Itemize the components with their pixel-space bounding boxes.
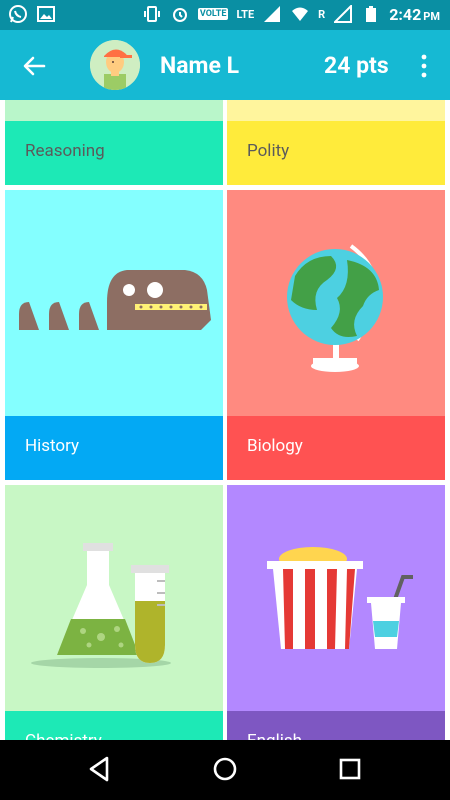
avatar[interactable] (90, 40, 140, 90)
app-bar: Name L 24 pts (0, 30, 450, 100)
wifi-icon (290, 4, 310, 24)
english-strip: English (227, 711, 445, 740)
chemistry-strip: Chemistry (5, 711, 223, 740)
category-label: Chemistry (25, 731, 102, 740)
category-tile-polity[interactable]: Polity (227, 100, 445, 185)
dinosaur-skull-icon (19, 270, 211, 330)
reasoning-art (5, 100, 223, 121)
recents-square-icon[interactable] (335, 754, 365, 784)
home-circle-icon[interactable] (210, 754, 240, 784)
whatsapp-icon (8, 4, 28, 24)
battery-icon (361, 4, 381, 24)
more-vert-icon[interactable] (416, 52, 432, 80)
category-label: Reasoning (25, 141, 105, 161)
clock: 2:42 PM (389, 4, 440, 24)
back-triangle-icon[interactable] (85, 754, 115, 784)
back-arrow-icon[interactable] (20, 52, 48, 80)
popcorn-icon (267, 547, 413, 649)
globe-icon (287, 244, 383, 372)
volte-badge: VOLTE (197, 8, 229, 20)
category-grid: Reasoning Polity History Biology (0, 100, 450, 740)
biology-art (227, 190, 445, 416)
category-tile-history[interactable]: History (5, 190, 223, 480)
history-art (5, 190, 223, 416)
signal-icon (262, 4, 282, 24)
category-tile-biology[interactable]: Biology (227, 190, 445, 480)
vibrate-icon (142, 4, 162, 24)
polity-art (227, 100, 445, 121)
system-nav-bar (0, 740, 450, 800)
biology-strip: Biology (227, 416, 445, 480)
sim-label: R (318, 7, 326, 21)
category-label: Polity (247, 141, 290, 161)
category-tile-english[interactable]: English (227, 485, 445, 740)
history-strip: History (5, 416, 223, 480)
category-label: History (25, 436, 80, 456)
category-label: English (247, 731, 302, 740)
lte-label: LTE (236, 7, 255, 21)
category-tile-chemistry[interactable]: Chemistry (5, 485, 223, 740)
category-label: Biology (247, 436, 303, 456)
reasoning-strip: Reasoning (5, 121, 223, 185)
english-art (227, 485, 445, 711)
profile-name: Name L (160, 52, 240, 79)
category-tile-reasoning[interactable]: Reasoning (5, 100, 223, 185)
signal-2-icon (333, 4, 353, 24)
polity-strip: Polity (227, 121, 445, 185)
alarm-icon (170, 4, 190, 24)
chemistry-art (5, 485, 223, 711)
flask-icon (31, 543, 171, 668)
status-bar: VOLTE LTE R 2:42 PM (0, 0, 450, 30)
gallery-icon (36, 4, 56, 24)
points-counter: 24 pts (324, 52, 389, 79)
